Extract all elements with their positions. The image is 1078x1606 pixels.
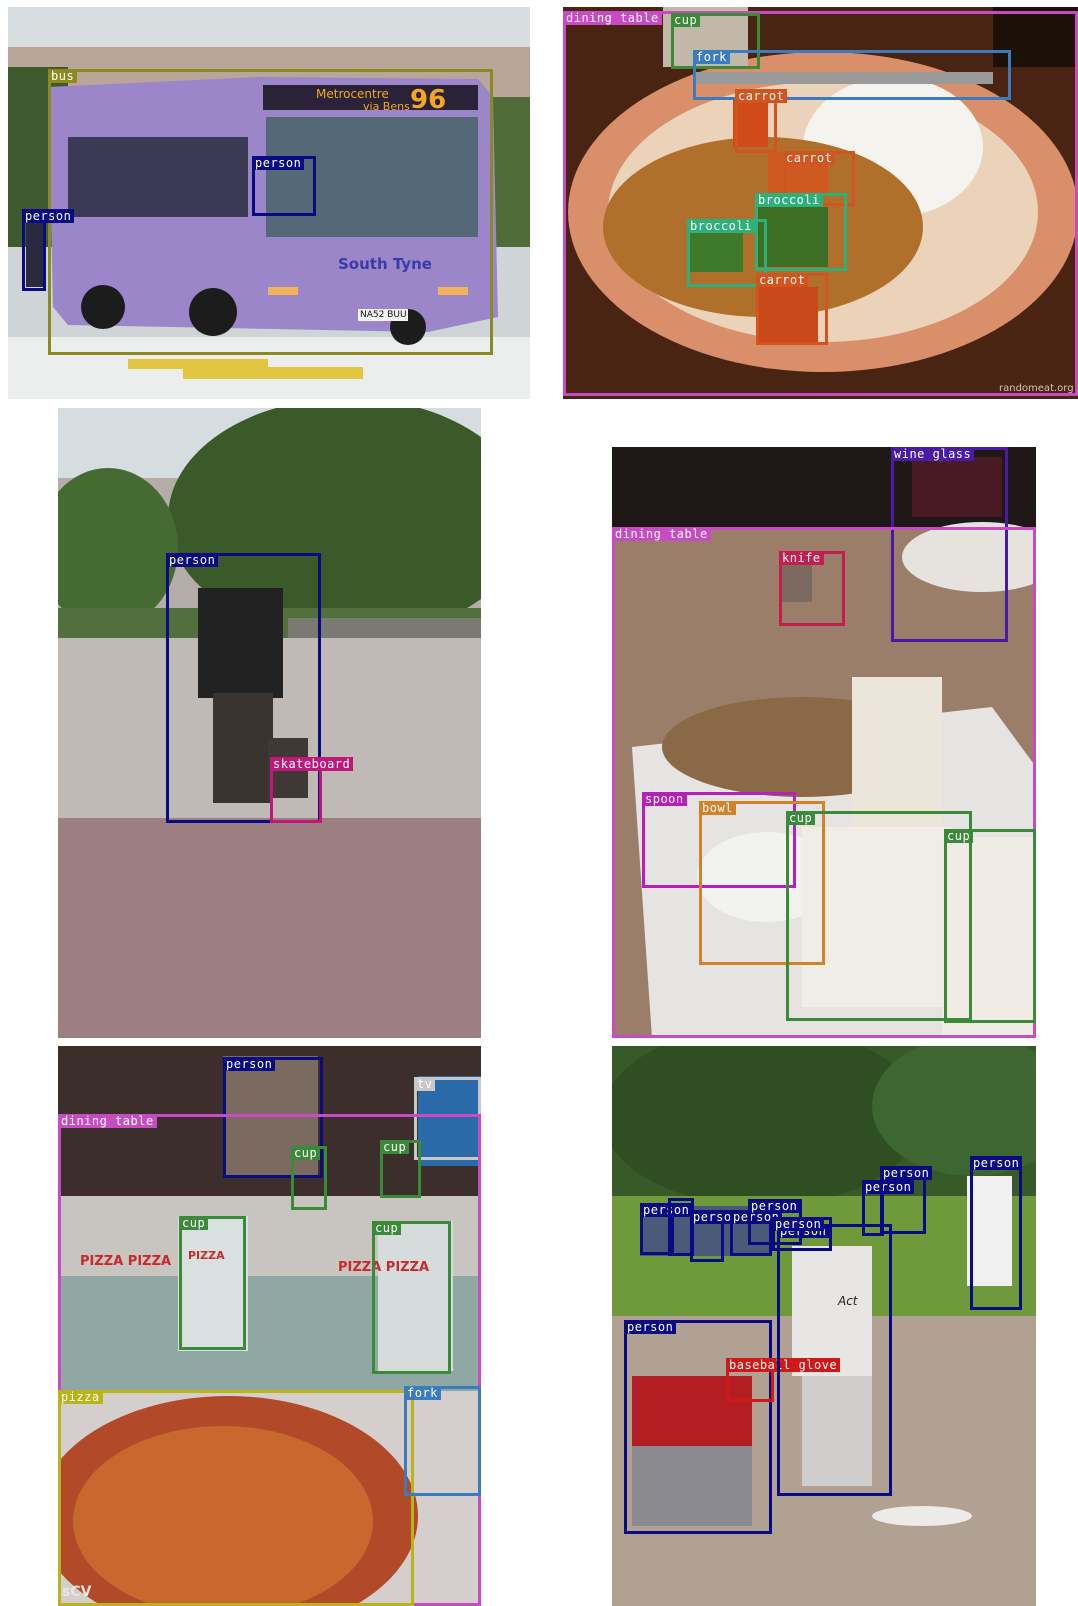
fork-label: fork — [693, 50, 730, 64]
cup-box-c: cup — [179, 1216, 246, 1350]
bread-photo-panel: wine glass dining table knife spoon bowl… — [612, 447, 1036, 1038]
skateboard-label: skateboard — [270, 757, 354, 771]
person-label-woman: person — [223, 1057, 276, 1071]
person-label-bg5: person — [748, 1199, 801, 1213]
bus-label: bus — [48, 69, 78, 83]
cup-label-b: cup — [380, 1140, 410, 1154]
dining-table-label-3: dining table — [58, 1114, 157, 1128]
carrot-label-3: carrot — [756, 273, 809, 287]
tv-label: tv — [414, 1077, 436, 1091]
person-label-catcher: person — [624, 1320, 677, 1334]
cup-label-1: cup — [786, 811, 816, 825]
pizza-label: pizza — [58, 1390, 103, 1404]
person-box-walker: person — [22, 209, 75, 291]
carrot-label-2: carrot — [783, 151, 836, 165]
fork-label-2: fork — [404, 1386, 441, 1400]
spoon-label: spoon — [642, 792, 687, 806]
person-label-driver: person — [252, 156, 305, 170]
skate-photo-panel: person skateboard — [58, 408, 481, 1038]
person-label-skater: person — [166, 553, 219, 567]
person-box-bg6: person — [772, 1217, 832, 1251]
cup-label-2: cup — [944, 829, 974, 843]
person-box-catcher: person — [624, 1320, 772, 1534]
knife-box: knife — [779, 551, 845, 626]
broccoli-label-1: broccoli — [755, 193, 823, 207]
cup-box-a: cup — [291, 1146, 327, 1210]
person-box-bg3: person — [690, 1210, 743, 1262]
cup-box-2: cup — [944, 829, 1036, 1023]
bus-photo-panel: Metrocentre via Bens 96 South Tyne NA52 … — [8, 7, 530, 399]
person-label-walker: person — [22, 209, 75, 223]
broccoli-box-2: broccoli — [687, 219, 767, 287]
carrot-box-3: carrot — [756, 273, 828, 345]
meal-photo-panel: randomeat.org dining table cup fork carr… — [563, 7, 1078, 399]
baseball-glove-box: baseball glove — [726, 1358, 841, 1402]
cup-box-b: cup — [380, 1140, 421, 1198]
pizza-photo-panel: PIZZA PIZZA PIZZA PIZZA PIZZA sCV person… — [58, 1046, 481, 1606]
person-box-right: person — [970, 1156, 1023, 1310]
person-label-right: person — [970, 1156, 1023, 1170]
person-box-batter: person — [777, 1224, 892, 1496]
cup-box-d: cup — [372, 1221, 451, 1374]
carrot-box-1: carrot — [735, 89, 788, 153]
skateboard-box: skateboard — [270, 757, 354, 823]
fork-box-2: fork — [404, 1386, 481, 1496]
cup-label-a: cup — [291, 1146, 321, 1160]
person-box-bg8: person — [880, 1166, 933, 1234]
knife-label: knife — [779, 551, 824, 565]
broccoli-label-2: broccoli — [687, 219, 755, 233]
carrot-label-1: carrot — [735, 89, 788, 103]
wine-glass-label: wine glass — [891, 447, 975, 461]
bowl-label: bowl — [699, 801, 736, 815]
cup-label-c: cup — [179, 1216, 209, 1230]
broccoli-box-1: broccoli — [755, 193, 847, 271]
cup-label-d: cup — [372, 1221, 402, 1235]
baseball-photo-panel: Act person baseball glove person person … — [612, 1046, 1036, 1606]
person-label-bg8: person — [880, 1166, 933, 1180]
person-box-driver: person — [252, 156, 316, 216]
dining-table-label: dining table — [563, 11, 662, 25]
person-label-bg6: person — [772, 1217, 825, 1231]
pizza-box: pizza — [58, 1390, 414, 1606]
dining-table-label-2: dining table — [612, 527, 711, 541]
cup-label: cup — [671, 13, 701, 27]
